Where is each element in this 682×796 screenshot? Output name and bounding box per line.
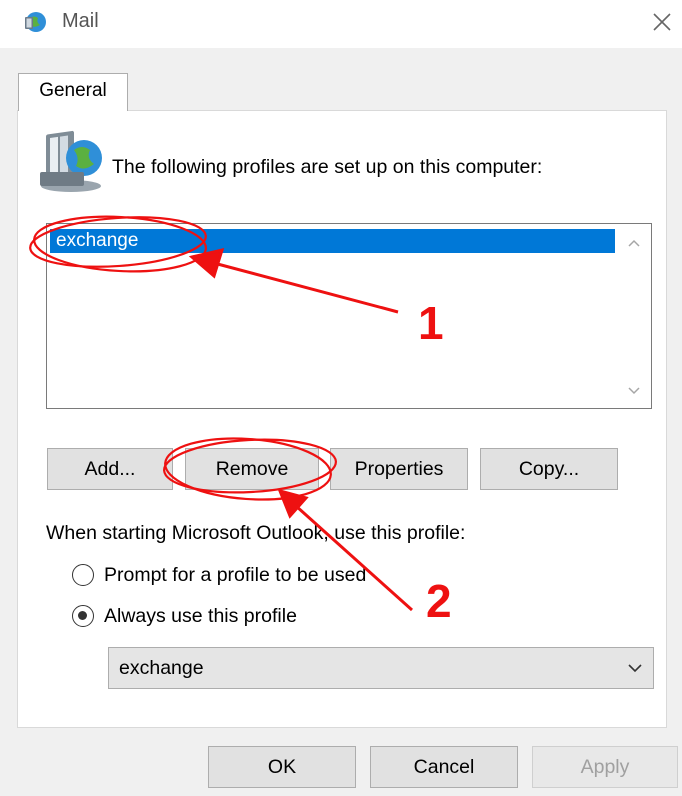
radio-selected-dot [78,611,87,620]
apply-button[interactable]: Apply [532,746,678,788]
annotation-label-2: 2 [426,575,452,627]
radio-label: Always use this profile [104,605,297,627]
add-button[interactable]: Add... [47,448,173,490]
remove-button[interactable]: Remove [185,448,319,490]
chevron-down-icon [628,664,642,673]
tab-general[interactable]: General [18,73,128,111]
properties-button[interactable]: Properties [330,448,468,490]
chevron-down-icon[interactable] [627,384,641,398]
radio-button[interactable] [72,605,94,627]
copy-button[interactable]: Copy... [480,448,618,490]
profiles-listbox[interactable]: exchange [46,223,652,409]
prompt-profile-radio[interactable]: Prompt for a profile to be used [72,562,432,588]
cancel-button[interactable]: Cancel [370,746,518,788]
profiles-icon [40,130,102,192]
window-title: Mail [62,10,99,32]
chevron-up-icon[interactable] [627,236,641,250]
startup-label: When starting Microsoft Outlook, use thi… [46,522,466,544]
close-icon[interactable] [648,8,676,36]
radio-label: Prompt for a profile to be used [104,564,367,586]
vertical-scrollbar[interactable] [617,224,651,408]
radio-button[interactable] [72,564,94,586]
profile-select[interactable]: exchange [108,647,654,689]
always-use-profile-radio[interactable]: Always use this profile [72,603,352,629]
title-bar: Mail [0,0,682,48]
tab-panel-general [17,110,667,728]
ok-button[interactable]: OK [208,746,356,788]
profile-list-item[interactable]: exchange [50,229,615,253]
profiles-label: The following profiles are set up on thi… [112,156,543,178]
mail-globe-icon [25,12,46,32]
profile-select-value: exchange [119,657,204,679]
annotation-label-1: 1 [418,297,444,349]
